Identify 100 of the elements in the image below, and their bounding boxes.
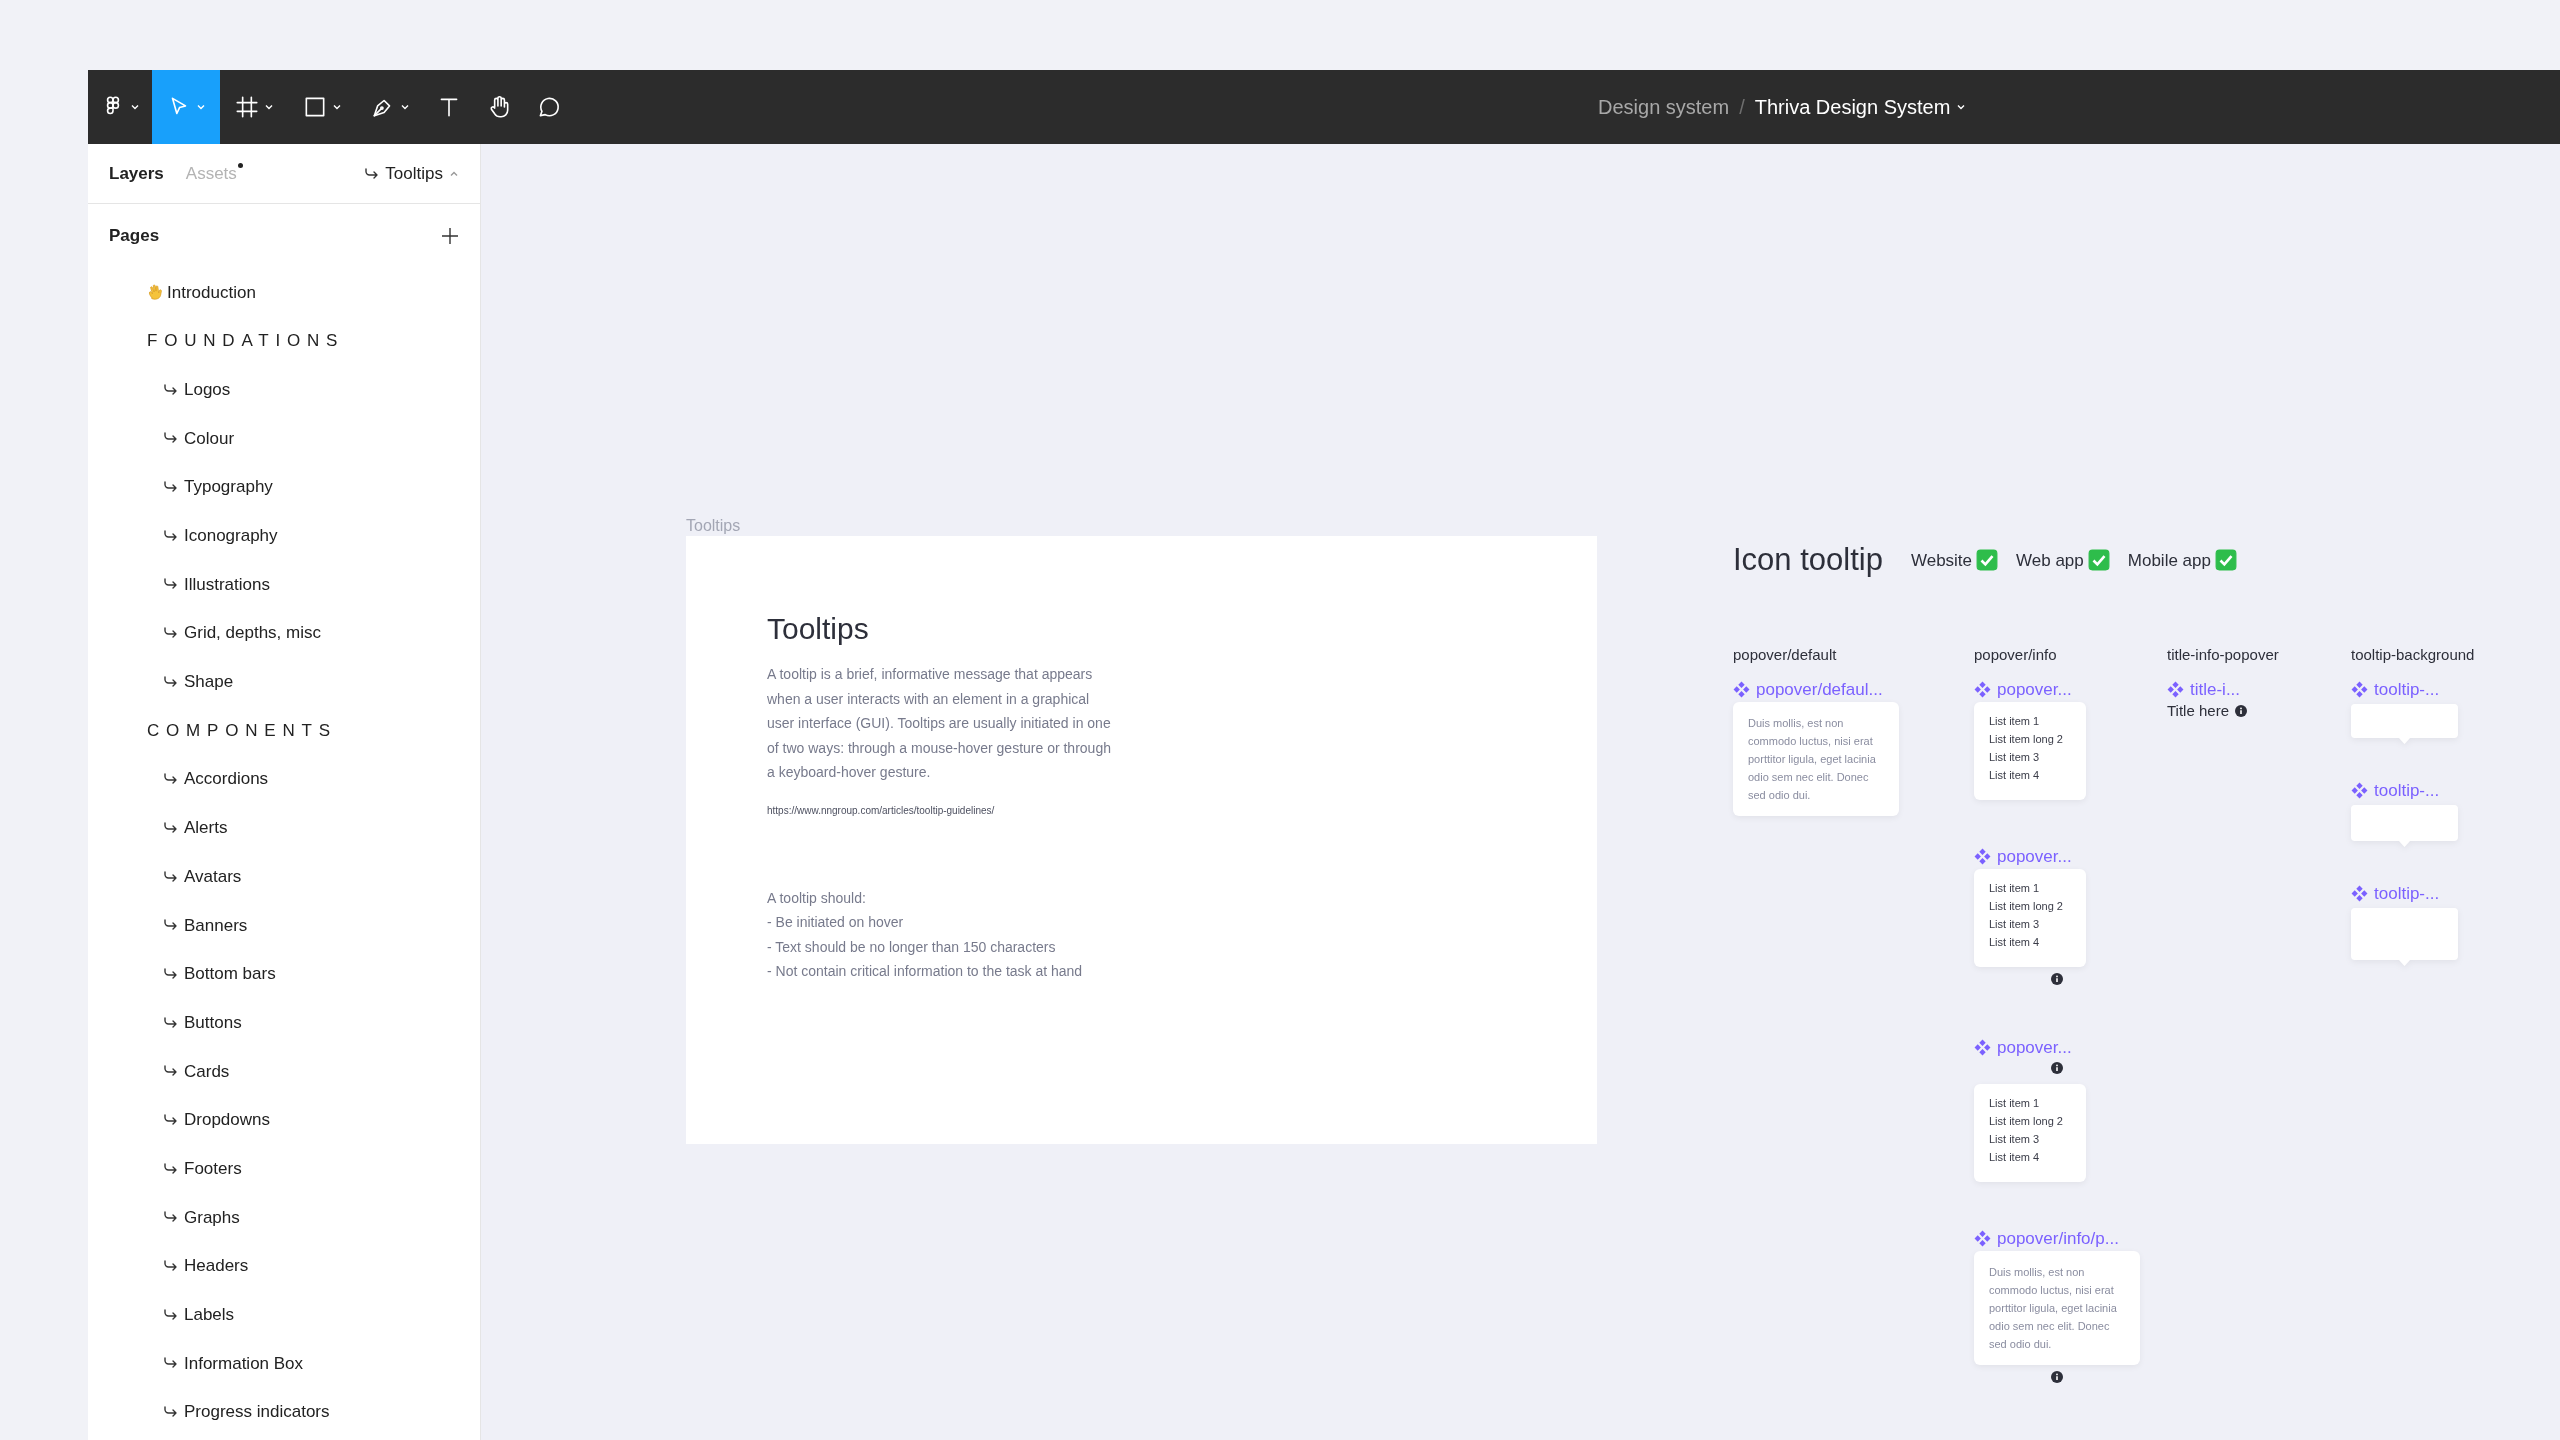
list-item: List item 4 xyxy=(1989,934,2041,950)
link-arrow-icon xyxy=(162,674,178,689)
section-label: FOUNDATIONS xyxy=(147,330,345,353)
page-item[interactable]: Colour xyxy=(184,425,235,452)
instance-name: title-i... xyxy=(2190,680,2241,698)
column-label: title-info-popover xyxy=(2167,645,2279,665)
caret-icon xyxy=(1956,102,1967,112)
component-icon xyxy=(2351,680,2368,698)
instance-name: popover/info/p... xyxy=(1997,1229,2119,1247)
instance-name: popover... xyxy=(1997,1038,2072,1056)
instance-name: tooltip-... xyxy=(2374,884,2440,902)
page-item[interactable]: Alerts xyxy=(184,815,228,841)
section-label: COMPONENTS xyxy=(147,719,337,742)
breadcrumb-separator: / xyxy=(1739,95,1745,120)
list-item: List item 1 xyxy=(1989,1095,2041,1111)
page-item[interactable]: Grid, depths, misc xyxy=(184,620,321,646)
column-label: tooltip-background xyxy=(2351,645,2475,665)
page-item[interactable]: Shape xyxy=(184,669,234,695)
page-item[interactable]: Cards xyxy=(184,1058,230,1085)
link-arrow-icon xyxy=(162,966,178,981)
page-item[interactable]: Dropdowns xyxy=(184,1107,270,1133)
caret-icon xyxy=(400,102,410,112)
link-arrow-icon xyxy=(162,820,178,835)
list-item: List item 3 xyxy=(1989,749,2041,765)
page-item[interactable]: Banners xyxy=(184,912,248,939)
page-switcher[interactable]: Tooltips xyxy=(363,160,459,187)
page-item[interactable]: Labels xyxy=(184,1302,235,1328)
link-arrow-icon xyxy=(162,1307,178,1322)
page-item[interactable]: Graphs xyxy=(184,1204,240,1231)
page-item[interactable]: Iconography xyxy=(184,523,278,549)
instance-name: popover... xyxy=(1997,847,2072,865)
rule-text: - Not contain critical information to the task at hand xyxy=(767,962,1084,981)
rules-heading: A tooltip should: xyxy=(767,888,867,908)
popover-text: Duis mollis, est non commodo luctus, nisi erat porttitor ligula, eget lacinia odio sem nec elit. Donec sed odio dui. xyxy=(1748,715,1877,803)
list-item: List item 3 xyxy=(1989,916,2041,932)
component-icon xyxy=(2351,884,2368,902)
instance-name: tooltip-... xyxy=(2374,680,2440,698)
intro-paragraph: A tooltip is a brief, informative message that appears when a user interacts with an element in a graphical user interface (GUI). Tooltips are usually initiated in one of two ways: through a mouse-hover gesture or through a keyboard-hover gesture. xyxy=(767,665,1112,782)
page-item[interactable]: Avatars xyxy=(184,863,242,890)
checkbox-icon xyxy=(1976,549,1999,572)
guidelines-link[interactable]: https://www.nngroup.com/articles/tooltip-guidelines/ xyxy=(767,802,1597,818)
component-icon xyxy=(1974,680,1991,698)
list-item: List item 4 xyxy=(1989,1149,2041,1165)
popover-text: Duis mollis, est non commodo luctus, nisi erat porttitor ligula, eget lacinia odio sem nec elit. Donec sed odio dui. xyxy=(1989,1264,2118,1352)
instance-name: popover/defaul... xyxy=(1756,680,1883,698)
info-icon xyxy=(2051,1061,2063,1074)
caret-icon xyxy=(332,102,342,112)
page-item[interactable]: Bottom bars xyxy=(184,961,276,987)
waving-hand-icon xyxy=(147,283,165,302)
checkbox-icon xyxy=(2214,549,2237,572)
info-icon xyxy=(2051,1370,2063,1383)
popover-title: Title here xyxy=(2167,700,2229,721)
platform-label: Website xyxy=(1910,549,1973,572)
component-icon xyxy=(1974,1229,1991,1247)
link-arrow-icon xyxy=(162,528,178,543)
list-item: List item 4 xyxy=(1989,767,2041,783)
component-icon xyxy=(2167,680,2184,698)
platform-label: Web app xyxy=(2016,549,2084,572)
caret-icon xyxy=(130,102,140,112)
component-icon xyxy=(1733,680,1750,698)
link-arrow-icon xyxy=(363,166,380,181)
list-item: List item long 2 xyxy=(1989,1113,2064,1129)
component-icon xyxy=(1974,847,1991,865)
link-arrow-icon xyxy=(162,1161,178,1176)
page-item[interactable]: Headers xyxy=(184,1253,249,1279)
link-arrow-icon xyxy=(162,1015,178,1030)
pages-heading: Pages xyxy=(109,225,160,248)
add-icon[interactable] xyxy=(441,227,459,245)
page-item[interactable]: Accordions xyxy=(184,766,269,792)
team-name[interactable]: Design system xyxy=(1598,92,1730,122)
column-label: popover/default xyxy=(1733,645,1837,665)
panel-tab[interactable]: Layers xyxy=(109,160,164,187)
rule-text: - Be initiated on hover xyxy=(767,913,905,932)
page-item[interactable]: Introduction xyxy=(167,279,256,306)
page-item[interactable]: Logos xyxy=(184,376,231,403)
info-icon xyxy=(2051,972,2063,985)
list-item: List item long 2 xyxy=(1989,731,2064,747)
page-item[interactable]: Buttons xyxy=(184,1009,242,1036)
instance-name: tooltip-... xyxy=(2374,781,2440,799)
info-icon xyxy=(2235,704,2247,717)
caret-icon xyxy=(264,102,274,112)
section-title: Icon tooltip xyxy=(1733,541,1883,579)
page-item[interactable]: Typography xyxy=(184,474,273,500)
page-item[interactable]: Information Box xyxy=(184,1350,304,1377)
frame-icon xyxy=(234,94,260,120)
page-item[interactable]: Illustrations xyxy=(184,571,270,598)
page-item[interactable]: Footers xyxy=(184,1155,242,1182)
page-item[interactable]: Progress indicators xyxy=(184,1399,330,1425)
caret-icon xyxy=(196,102,206,112)
list-item: List item 1 xyxy=(1989,713,2041,729)
link-arrow-icon xyxy=(162,869,178,884)
list-item: List item long 2 xyxy=(1989,898,2064,914)
frame-title: Tooltips xyxy=(767,614,870,644)
list-item: List item 1 xyxy=(1989,880,2041,896)
component-icon xyxy=(1974,1038,1991,1056)
instance-name: popover... xyxy=(1997,680,2072,698)
file-name-button[interactable]: Thriva Design System xyxy=(1754,92,1967,122)
checkbox-icon xyxy=(2087,549,2110,572)
list-item: List item 3 xyxy=(1989,1131,2041,1147)
rule-text: - Text should be no longer than 150 characters xyxy=(767,937,1057,957)
